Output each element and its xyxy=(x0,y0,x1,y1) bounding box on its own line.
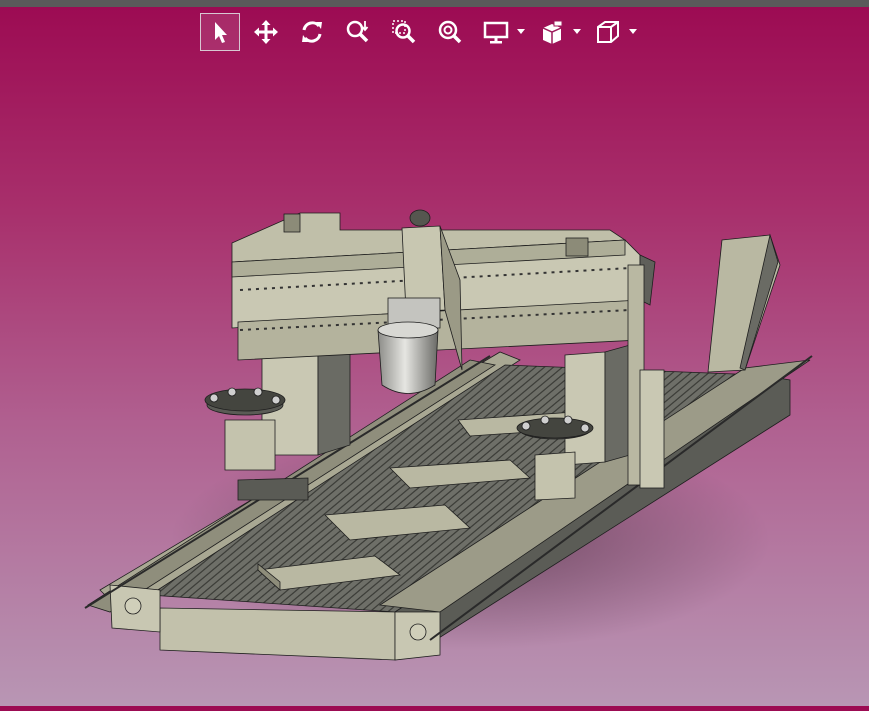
view-orientation-button[interactable] xyxy=(588,13,628,51)
rotate-icon xyxy=(302,21,322,43)
section-dropdown xyxy=(532,13,582,51)
display-mode-dropdown xyxy=(476,13,526,51)
zoom-icon xyxy=(346,20,369,43)
display-mode-caret[interactable] xyxy=(516,13,526,51)
cube-icon xyxy=(597,21,619,43)
section-caret[interactable] xyxy=(572,13,582,51)
view-orientation-dropdown xyxy=(588,13,638,51)
section-cube-icon xyxy=(542,20,563,44)
pan-button[interactable] xyxy=(246,13,286,51)
section-button[interactable] xyxy=(532,13,572,51)
select-button[interactable] xyxy=(200,13,240,51)
viewer-toolbar xyxy=(200,12,644,52)
zoom-window-button[interactable] xyxy=(384,13,424,51)
chevron-down-icon xyxy=(629,29,637,34)
zoom-window-icon xyxy=(392,20,416,44)
monitor-icon xyxy=(483,21,509,44)
chip-conveyor xyxy=(707,233,781,373)
arrow-pointer-icon xyxy=(215,22,227,43)
3d-viewport[interactable] xyxy=(0,60,869,706)
zoom-fit-icon xyxy=(438,20,462,44)
rotate-button[interactable] xyxy=(292,13,332,51)
chevron-down-icon xyxy=(517,29,525,34)
zoom-button[interactable] xyxy=(338,13,378,51)
chevron-down-icon xyxy=(573,29,581,34)
display-mode-button[interactable] xyxy=(476,13,516,51)
zoom-fit-button[interactable] xyxy=(430,13,470,51)
move-arrows-icon xyxy=(254,20,278,44)
window-top-strip xyxy=(0,0,869,7)
view-orientation-caret[interactable] xyxy=(628,13,638,51)
gantry-machine-model xyxy=(84,209,813,661)
